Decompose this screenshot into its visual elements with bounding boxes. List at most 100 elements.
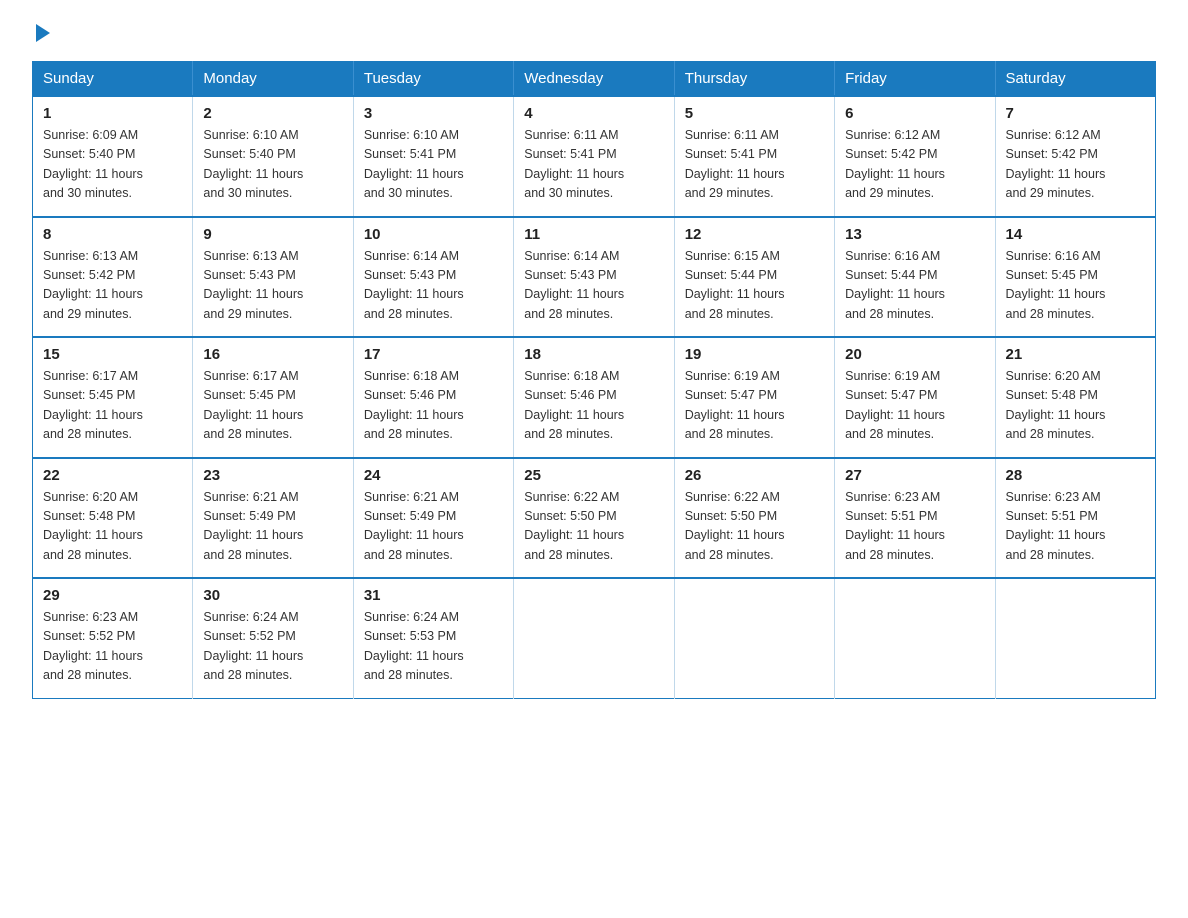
calendar-cell: 13Sunrise: 6:16 AMSunset: 5:44 PMDayligh… (835, 217, 995, 338)
calendar-cell: 25 Sunrise: 6:22 AMSunset: 5:50 PMDayligh… (514, 458, 674, 579)
day-number: 19 (685, 346, 824, 363)
day-info: Sunrise: 6:13 AMSunset: 5:43 PMDaylight:… (203, 247, 342, 325)
day-info: Sunrise: 6:22 AMSunset: 5:50 PMDaylight:… (685, 488, 824, 566)
calendar-table: SundayMondayTuesdayWednesdayThursdayFrid… (32, 61, 1156, 699)
day-number: 14 (1006, 226, 1145, 243)
calendar-cell: 18 Sunrise: 6:18 AMSunset: 5:46 PMDayligh… (514, 337, 674, 458)
calendar-week-3: 15 Sunrise: 6:17 AMSunset: 5:45 PMDayligh… (33, 337, 1156, 458)
day-info: Sunrise: 6:18 AMSunset: 5:46 PMDaylight:… (364, 367, 503, 445)
calendar-cell: 23 Sunrise: 6:21 AMSunset: 5:49 PMDayligh… (193, 458, 353, 579)
day-number: 27 (845, 467, 984, 484)
day-info: Sunrise: 6:19 AMSunset: 5:47 PMDaylight:… (685, 367, 824, 445)
day-number: 3 (364, 105, 503, 122)
day-number: 24 (364, 467, 503, 484)
day-info: Sunrise: 6:16 AMSunset: 5:44 PMDaylight:… (845, 247, 984, 325)
day-info: Sunrise: 6:18 AMSunset: 5:46 PMDaylight:… (524, 367, 663, 445)
day-number: 23 (203, 467, 342, 484)
day-info: Sunrise: 6:21 AMSunset: 5:49 PMDaylight:… (203, 488, 342, 566)
calendar-week-1: 1 Sunrise: 6:09 AMSunset: 5:40 PMDaylight… (33, 96, 1156, 217)
calendar-cell: 14 Sunrise: 6:16 AMSunset: 5:45 PMDayligh… (995, 217, 1155, 338)
calendar-week-2: 8Sunrise: 6:13 AMSunset: 5:42 PMDaylight… (33, 217, 1156, 338)
calendar-cell: 5 Sunrise: 6:11 AMSunset: 5:41 PMDaylight… (674, 96, 834, 217)
weekday-wednesday: Wednesday (514, 62, 674, 97)
day-number: 31 (364, 587, 503, 604)
calendar-cell (995, 578, 1155, 698)
day-number: 2 (203, 105, 342, 122)
day-info: Sunrise: 6:14 AMSunset: 5:43 PMDaylight:… (364, 247, 503, 325)
day-info: Sunrise: 6:15 AMSunset: 5:44 PMDaylight:… (685, 247, 824, 325)
calendar-cell: 6Sunrise: 6:12 AMSunset: 5:42 PMDaylight… (835, 96, 995, 217)
weekday-header-row: SundayMondayTuesdayWednesdayThursdayFrid… (33, 62, 1156, 97)
day-number: 17 (364, 346, 503, 363)
calendar-cell: 27Sunrise: 6:23 AMSunset: 5:51 PMDayligh… (835, 458, 995, 579)
calendar-cell: 16 Sunrise: 6:17 AMSunset: 5:45 PMDayligh… (193, 337, 353, 458)
calendar-cell: 21 Sunrise: 6:20 AMSunset: 5:48 PMDayligh… (995, 337, 1155, 458)
day-number: 8 (43, 226, 182, 243)
calendar-cell: 1 Sunrise: 6:09 AMSunset: 5:40 PMDaylight… (33, 96, 193, 217)
day-number: 15 (43, 346, 182, 363)
calendar-cell: 19 Sunrise: 6:19 AMSunset: 5:47 PMDayligh… (674, 337, 834, 458)
day-number: 1 (43, 105, 182, 122)
day-number: 4 (524, 105, 663, 122)
weekday-tuesday: Tuesday (353, 62, 513, 97)
calendar-cell (674, 578, 834, 698)
page-header (32, 24, 1156, 43)
calendar-cell: 26 Sunrise: 6:22 AMSunset: 5:50 PMDayligh… (674, 458, 834, 579)
day-info: Sunrise: 6:20 AMSunset: 5:48 PMDaylight:… (1006, 367, 1145, 445)
weekday-monday: Monday (193, 62, 353, 97)
day-number: 16 (203, 346, 342, 363)
day-info: Sunrise: 6:10 AMSunset: 5:40 PMDaylight:… (203, 126, 342, 204)
day-number: 26 (685, 467, 824, 484)
weekday-thursday: Thursday (674, 62, 834, 97)
day-info: Sunrise: 6:20 AMSunset: 5:48 PMDaylight:… (43, 488, 182, 566)
calendar-cell: 30 Sunrise: 6:24 AMSunset: 5:52 PMDayligh… (193, 578, 353, 698)
calendar-cell: 10Sunrise: 6:14 AMSunset: 5:43 PMDayligh… (353, 217, 513, 338)
calendar-cell: 9 Sunrise: 6:13 AMSunset: 5:43 PMDaylight… (193, 217, 353, 338)
day-number: 21 (1006, 346, 1145, 363)
weekday-friday: Friday (835, 62, 995, 97)
day-info: Sunrise: 6:19 AMSunset: 5:47 PMDaylight:… (845, 367, 984, 445)
day-info: Sunrise: 6:11 AMSunset: 5:41 PMDaylight:… (685, 126, 824, 204)
calendar-cell: 22Sunrise: 6:20 AMSunset: 5:48 PMDayligh… (33, 458, 193, 579)
calendar-cell: 12 Sunrise: 6:15 AMSunset: 5:44 PMDayligh… (674, 217, 834, 338)
calendar-cell: 8Sunrise: 6:13 AMSunset: 5:42 PMDaylight… (33, 217, 193, 338)
day-info: Sunrise: 6:11 AMSunset: 5:41 PMDaylight:… (524, 126, 663, 204)
calendar-cell (835, 578, 995, 698)
day-number: 25 (524, 467, 663, 484)
calendar-cell: 28 Sunrise: 6:23 AMSunset: 5:51 PMDayligh… (995, 458, 1155, 579)
day-number: 20 (845, 346, 984, 363)
day-info: Sunrise: 6:14 AMSunset: 5:43 PMDaylight:… (524, 247, 663, 325)
day-number: 28 (1006, 467, 1145, 484)
day-number: 9 (203, 226, 342, 243)
weekday-saturday: Saturday (995, 62, 1155, 97)
day-info: Sunrise: 6:24 AMSunset: 5:52 PMDaylight:… (203, 608, 342, 686)
day-number: 12 (685, 226, 824, 243)
calendar-cell: 31 Sunrise: 6:24 AMSunset: 5:53 PMDayligh… (353, 578, 513, 698)
calendar-cell: 15 Sunrise: 6:17 AMSunset: 5:45 PMDayligh… (33, 337, 193, 458)
day-number: 18 (524, 346, 663, 363)
weekday-sunday: Sunday (33, 62, 193, 97)
day-number: 7 (1006, 105, 1145, 122)
day-info: Sunrise: 6:23 AMSunset: 5:51 PMDaylight:… (1006, 488, 1145, 566)
calendar-cell (514, 578, 674, 698)
day-info: Sunrise: 6:24 AMSunset: 5:53 PMDaylight:… (364, 608, 503, 686)
day-number: 5 (685, 105, 824, 122)
calendar-cell: 3Sunrise: 6:10 AMSunset: 5:41 PMDaylight… (353, 96, 513, 217)
day-info: Sunrise: 6:09 AMSunset: 5:40 PMDaylight:… (43, 126, 182, 204)
calendar-week-5: 29Sunrise: 6:23 AMSunset: 5:52 PMDayligh… (33, 578, 1156, 698)
day-info: Sunrise: 6:17 AMSunset: 5:45 PMDaylight:… (203, 367, 342, 445)
calendar-cell: 24 Sunrise: 6:21 AMSunset: 5:49 PMDayligh… (353, 458, 513, 579)
calendar-cell: 17 Sunrise: 6:18 AMSunset: 5:46 PMDayligh… (353, 337, 513, 458)
day-number: 30 (203, 587, 342, 604)
day-info: Sunrise: 6:12 AMSunset: 5:42 PMDaylight:… (1006, 126, 1145, 204)
calendar-cell: 7 Sunrise: 6:12 AMSunset: 5:42 PMDaylight… (995, 96, 1155, 217)
day-number: 6 (845, 105, 984, 122)
calendar-cell: 4 Sunrise: 6:11 AMSunset: 5:41 PMDaylight… (514, 96, 674, 217)
day-info: Sunrise: 6:21 AMSunset: 5:49 PMDaylight:… (364, 488, 503, 566)
day-info: Sunrise: 6:17 AMSunset: 5:45 PMDaylight:… (43, 367, 182, 445)
day-info: Sunrise: 6:16 AMSunset: 5:45 PMDaylight:… (1006, 247, 1145, 325)
day-info: Sunrise: 6:23 AMSunset: 5:52 PMDaylight:… (43, 608, 182, 686)
day-info: Sunrise: 6:22 AMSunset: 5:50 PMDaylight:… (524, 488, 663, 566)
calendar-cell: 11Sunrise: 6:14 AMSunset: 5:43 PMDayligh… (514, 217, 674, 338)
calendar-cell: 29Sunrise: 6:23 AMSunset: 5:52 PMDayligh… (33, 578, 193, 698)
